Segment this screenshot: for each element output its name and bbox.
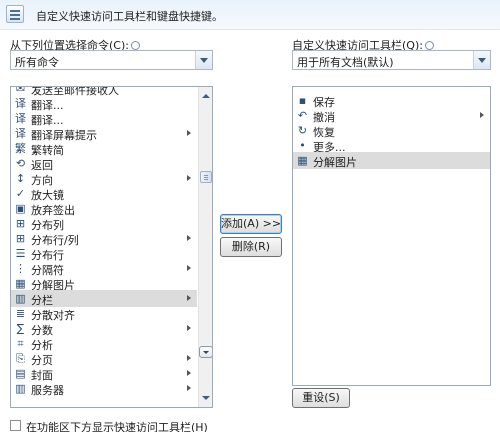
add-button[interactable]: 添加(A) >> <box>220 214 282 234</box>
undo-icon: ↶ <box>297 109 308 122</box>
columns-icon: ▥ <box>15 292 26 305</box>
chevron-down-icon[interactable] <box>199 346 212 358</box>
submenu-arrow-icon <box>187 355 191 361</box>
separator-icon: ⋮ <box>15 262 26 275</box>
server-icon: ▥ <box>15 382 26 395</box>
show-below-ribbon-label: 在功能区下方显示快速访问工具栏(H) <box>26 421 208 432</box>
submenu-arrow-icon <box>187 325 191 331</box>
commands-list-scrollbar[interactable] <box>198 87 212 407</box>
score-icon: ∑ <box>16 322 25 335</box>
scroll-up-icon[interactable] <box>199 89 212 103</box>
save-icon: ▪ <box>298 94 307 107</box>
translate-icon: 译 <box>15 112 26 125</box>
customize-toolbar-dropdown[interactable]: 用于所有文档(默认) <box>292 50 491 70</box>
return-icon: ⟲ <box>15 157 26 170</box>
chevron-down-icon[interactable] <box>473 51 490 69</box>
page-break-icon: ⎘ <box>16 352 25 365</box>
choose-commands-value: 所有命令 <box>15 56 59 69</box>
analysis-icon: ⌗ <box>17 337 24 350</box>
ungroup-picture-icon: ▦ <box>15 277 26 290</box>
distribute-rows-columns-icon: ⊞ <box>15 232 26 245</box>
direction-icon: ↕ <box>15 172 26 185</box>
translate-icon: 译 <box>15 97 26 110</box>
redo-icon: ↻ <box>297 124 308 137</box>
send-mail-icon: ✉ <box>15 86 26 95</box>
item-label: 服务器 <box>31 384 64 397</box>
submenu-arrow-icon <box>187 295 191 301</box>
ungroup-picture-icon: ▦ <box>297 154 308 167</box>
translation-tip-icon: 译 <box>15 127 26 140</box>
cover-icon: ▤ <box>15 367 26 380</box>
customize-toolbar-icon <box>6 5 24 23</box>
reset-button[interactable]: 重设(S) <box>292 388 350 408</box>
scroll-down-icon[interactable] <box>199 391 212 405</box>
command-list-item[interactable]: ▥ 服务器 <box>11 380 197 397</box>
toolbar-commands-list[interactable]: ▪ 保存 ↶ 撤消 ↻ 恢复 • 更多... ▦ 分解图片 <box>292 86 491 386</box>
header-band: 自定义快速访问工具栏和键盘快捷键。 <box>0 0 500 30</box>
info-icon <box>424 41 434 50</box>
choose-commands-dropdown[interactable]: 所有命令 <box>10 50 213 70</box>
submenu-arrow-icon <box>187 175 191 181</box>
distribute-rows-icon: ☰ <box>15 247 26 260</box>
submenu-arrow-icon <box>187 130 191 136</box>
submenu-arrow-icon <box>187 235 191 241</box>
header-title: 自定义快速访问工具栏和键盘快捷键。 <box>36 10 223 23</box>
item-label: 分解图片 <box>313 156 357 169</box>
checkmark-icon: ✓ <box>15 187 26 200</box>
scroll-thumb[interactable] <box>200 171 212 183</box>
distributed-align-icon: ≣ <box>15 307 26 320</box>
toolbar-list-item[interactable]: ▦ 分解图片 <box>293 152 490 169</box>
separator-icon: • <box>299 139 306 152</box>
submenu-arrow-icon <box>187 385 191 391</box>
submenu-arrow-icon <box>480 112 484 118</box>
chevron-down-icon[interactable] <box>195 51 212 69</box>
commands-list[interactable]: ✉ 发送至邮件接收人译翻译... 译翻译... 译翻译屏幕提示繁繁转简 ⟲ 返回 ↕ 方向 ✓ 放… <box>10 86 213 408</box>
distribute-columns-icon: ⊞ <box>15 217 26 230</box>
submenu-arrow-icon <box>187 370 191 376</box>
remove-button[interactable]: 删除(R) <box>220 237 282 257</box>
traditional-to-simplified-icon: 繁 <box>15 142 26 155</box>
abandon-checkout-icon: ▣ <box>15 202 26 215</box>
info-icon <box>130 41 140 50</box>
submenu-arrow-icon <box>187 265 191 271</box>
customize-toolbar-value: 用于所有文档(默认) <box>297 56 394 69</box>
show-below-ribbon-checkbox[interactable] <box>10 420 21 431</box>
